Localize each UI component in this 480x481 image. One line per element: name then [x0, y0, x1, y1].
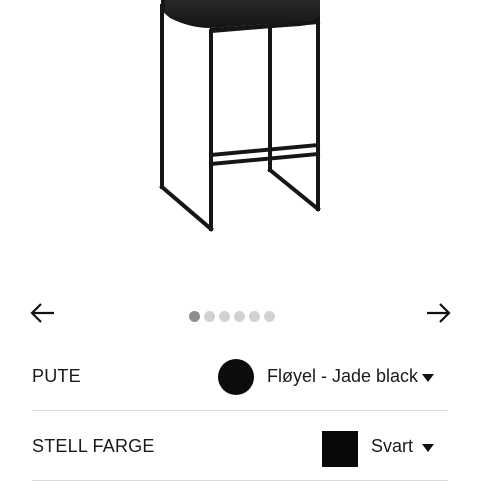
- option-row-pute[interactable]: PUTE Fløyel - Jade black: [32, 342, 448, 411]
- next-image-button[interactable]: [423, 298, 453, 328]
- option-value: Svart: [371, 436, 414, 456]
- arrow-left-icon: [30, 303, 54, 323]
- pagination-dot[interactable]: [204, 310, 215, 322]
- color-swatch: [218, 359, 254, 395]
- pagination-dot[interactable]: [249, 310, 260, 322]
- bar-stool-image: [159, 0, 321, 232]
- option-label: STELL FARGE: [32, 436, 155, 456]
- option-row-stell-farge[interactable]: STELL FARGE Svart: [32, 412, 448, 481]
- chevron-down-icon[interactable]: [422, 374, 434, 382]
- pagination-dot[interactable]: [264, 310, 275, 322]
- option-value: Fløyel - Jade black: [267, 366, 419, 386]
- pagination-dot[interactable]: [189, 310, 200, 322]
- chevron-down-icon[interactable]: [422, 444, 434, 452]
- gallery-pagination: [189, 310, 275, 322]
- pagination-dot[interactable]: [219, 310, 230, 322]
- color-swatch: [322, 431, 358, 467]
- option-label: PUTE: [32, 366, 81, 386]
- product-image: [0, 0, 480, 270]
- arrow-right-icon: [427, 303, 451, 323]
- pagination-dot[interactable]: [234, 310, 245, 322]
- previous-image-button[interactable]: [28, 298, 58, 328]
